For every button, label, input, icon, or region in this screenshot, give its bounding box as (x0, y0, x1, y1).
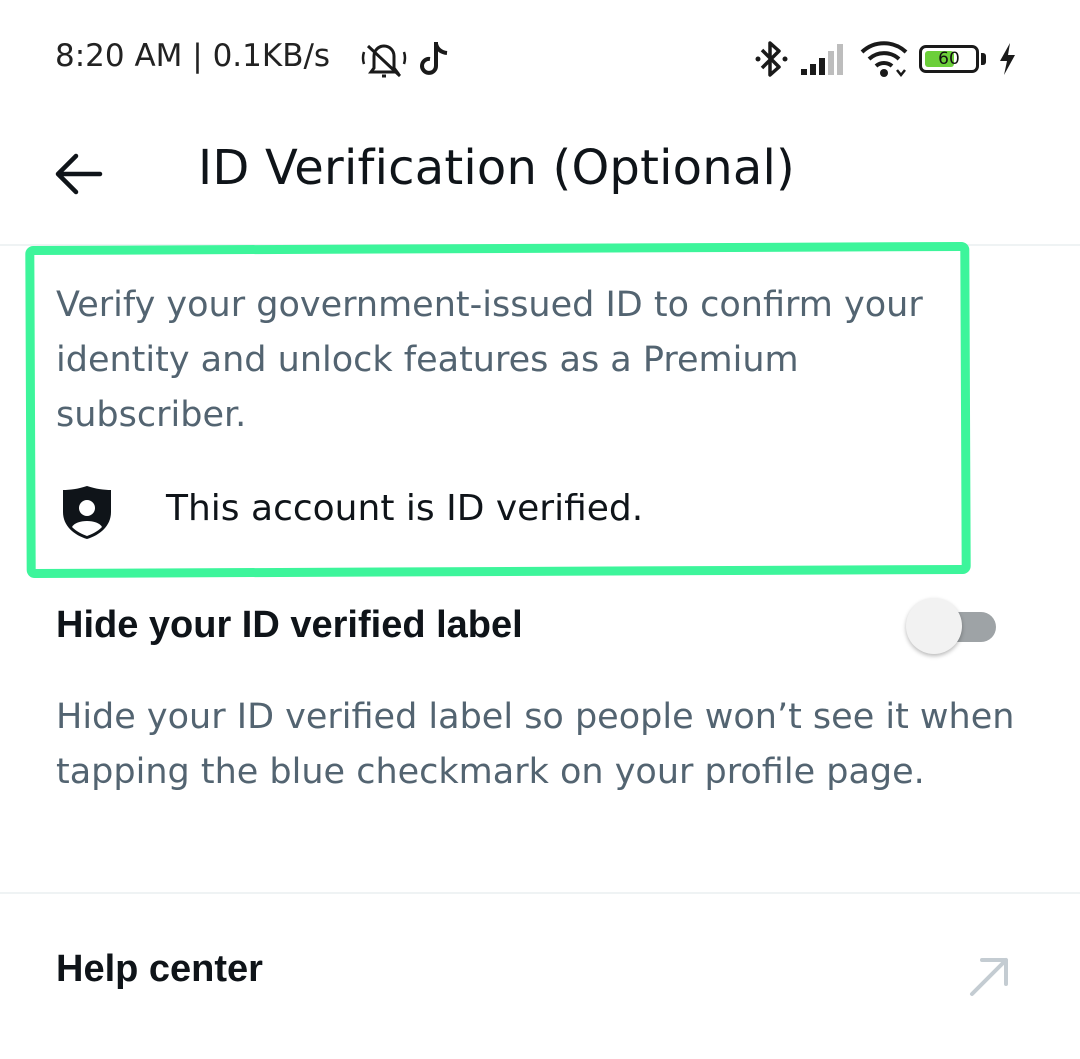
battery-level: 60 (938, 49, 960, 69)
hide-label-toggle[interactable] (906, 598, 996, 656)
battery-icon: 60 (919, 45, 979, 73)
tiktok-icon (420, 42, 448, 75)
status-notification-icons (361, 42, 448, 78)
wifi-icon (860, 41, 908, 78)
muted-bell-icon (361, 44, 407, 78)
section-divider (0, 892, 1080, 894)
external-link-arrow-icon (970, 958, 1008, 996)
help-center-link[interactable]: Help center (0, 900, 1080, 1040)
bluetooth-icon (755, 41, 788, 77)
battery-tip (981, 53, 986, 65)
page-title: ID Verification (Optional) (198, 140, 795, 196)
highlight-annotation (25, 241, 971, 579)
back-arrow-icon[interactable] (50, 148, 106, 200)
help-center-label: Help center (56, 948, 263, 990)
status-time-and-speed: 8:20 AM | 0.1KB/s (55, 38, 331, 74)
status-system-icons: 60 (755, 36, 1018, 82)
hide-label-description: Hide your ID verified label so people wo… (56, 697, 1015, 792)
charging-icon (1000, 43, 1015, 75)
signal-icon (801, 44, 843, 75)
hide-label-title: Hide your ID verified label (56, 604, 523, 646)
toggle-knob (906, 598, 962, 654)
